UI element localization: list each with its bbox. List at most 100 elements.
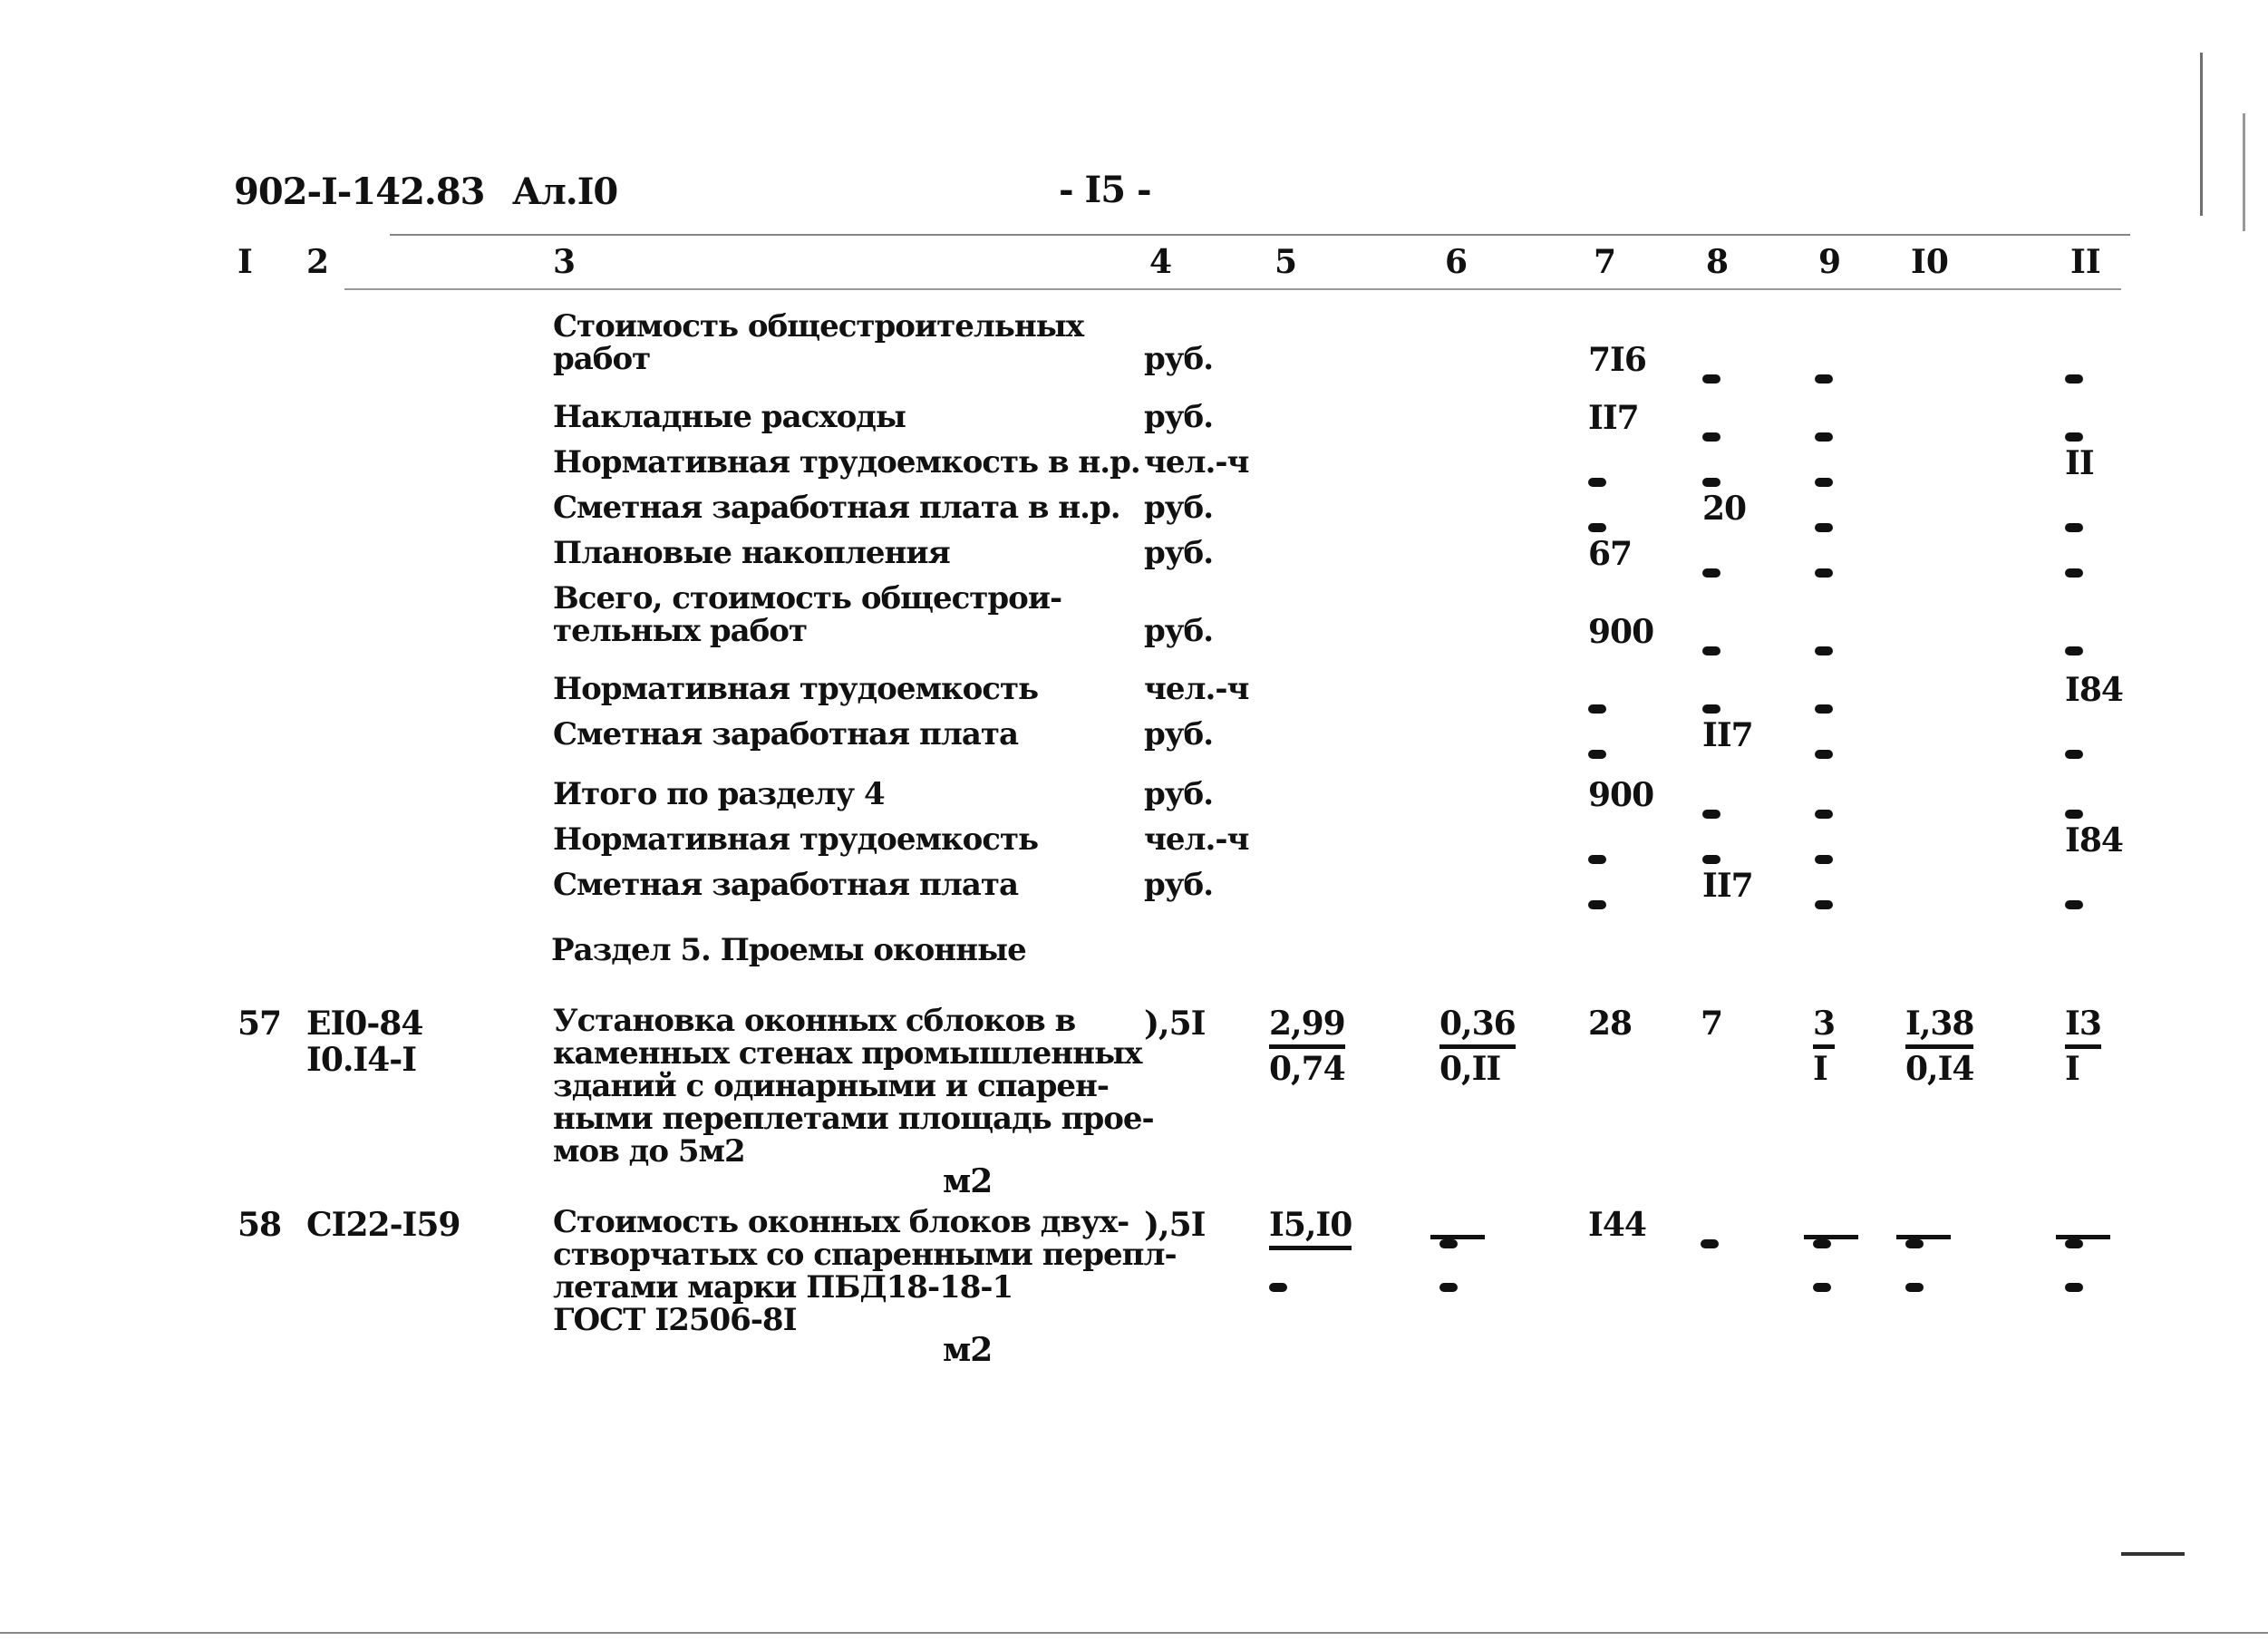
dash-mark xyxy=(1588,750,1606,759)
summary-row-col9 xyxy=(1815,502,1833,540)
summary-row-label: Стоимость общестроительных работ xyxy=(553,308,1084,377)
summary-row-col11 xyxy=(2065,729,2083,767)
summary-row-unit: руб. xyxy=(1144,716,1214,753)
dash-mark xyxy=(1702,810,1720,819)
item-description-line: зданий с одинарными и спарен- xyxy=(553,1068,1110,1104)
summary-row-label: Нормативная трудоемкость xyxy=(553,821,1039,858)
item-c5-denominator: 0,74 xyxy=(1269,1050,1346,1088)
item-description-line: каменных стенах промышленных xyxy=(553,1035,1142,1072)
dash-mark xyxy=(2065,810,2083,819)
dash-mark xyxy=(2065,1283,2083,1292)
section5-title: Раздел 5. Проемы оконные xyxy=(551,932,1027,968)
fraction-bar xyxy=(2056,1235,2110,1239)
item-c9-numerator: 3 xyxy=(1813,1005,1836,1049)
item-c10-denominator: 0,I4 xyxy=(1905,1050,1974,1088)
dash-mark xyxy=(1439,1239,1458,1248)
summary-row-col8: II7 xyxy=(1702,867,1754,905)
scan-mark xyxy=(2121,1552,2185,1556)
summary-row-col9 xyxy=(1815,729,1833,767)
item-c10-numerator xyxy=(1896,1219,1951,1257)
dash-mark xyxy=(1813,1239,1831,1248)
summary-row-label: Нормативная трудоемкость в н.р. xyxy=(553,444,1141,481)
album-number: Ал.I0 xyxy=(512,170,618,213)
summary-row-col8 xyxy=(1702,626,1720,664)
summary-row-col8 xyxy=(1702,354,1720,392)
summary-row-col9 xyxy=(1815,457,1833,495)
summary-row-col9 xyxy=(1815,789,1833,827)
dash-mark xyxy=(1702,646,1720,655)
column-number-7: 7 xyxy=(1594,243,1617,281)
dash-mark xyxy=(1813,1283,1831,1292)
summary-row-col7 xyxy=(1588,457,1606,495)
dash-mark xyxy=(1588,855,1606,864)
summary-row-col9 xyxy=(1815,684,1833,722)
summary-row-unit: чел.-ч xyxy=(1144,821,1249,858)
dash-mark xyxy=(2065,900,2083,909)
item-description-line: ГОСТ I2506-8I xyxy=(553,1302,797,1338)
summary-row-col7: 900 xyxy=(1588,776,1654,814)
item-c6-numerator: 0,36 xyxy=(1439,1005,1517,1049)
item-col4: ),5I xyxy=(1144,1206,1206,1244)
column-number-4: 4 xyxy=(1149,243,1173,281)
summary-row-col9 xyxy=(1815,354,1833,392)
summary-row-col9 xyxy=(1815,548,1833,586)
summary-row-unit: руб. xyxy=(1144,613,1214,649)
item-c9-denominator xyxy=(1813,1262,1831,1300)
summary-row-unit: руб. xyxy=(1144,399,1214,435)
dash-mark xyxy=(1702,568,1720,578)
summary-row-col8 xyxy=(1702,789,1720,827)
summary-row-col7 xyxy=(1588,879,1606,918)
dash-mark xyxy=(1815,900,1833,909)
dash-mark xyxy=(2065,523,2083,532)
item-c11-denominator: I xyxy=(2065,1050,2080,1088)
dash-mark xyxy=(1588,478,1606,487)
dash-mark xyxy=(2065,374,2083,384)
summary-row-col8 xyxy=(1702,548,1720,586)
item-c9-denominator: I xyxy=(1813,1050,1828,1088)
item-col7: 28 xyxy=(1588,1005,1633,1043)
item-description-line: Установка оконных сблоков в xyxy=(553,1003,1076,1039)
dash-mark xyxy=(1439,1283,1458,1292)
summary-row-col7 xyxy=(1588,729,1606,767)
summary-row-col8: 20 xyxy=(1702,490,1747,528)
dash-mark xyxy=(2065,568,2083,578)
summary-row-label: Всего, стоимость общестрои- тельных рабо… xyxy=(553,580,1062,649)
summary-row-col11: I84 xyxy=(2065,821,2124,859)
dash-mark xyxy=(1702,855,1720,864)
item-code: CI22-I59 xyxy=(306,1206,460,1244)
dash-mark xyxy=(1905,1239,1924,1248)
summary-row-col7: 67 xyxy=(1588,535,1633,573)
summary-row-unit: чел.-ч xyxy=(1144,444,1249,481)
page-bottom-edge xyxy=(0,1632,2268,1634)
summary-row-unit: руб. xyxy=(1144,776,1214,812)
item-c11-denominator xyxy=(2065,1262,2083,1300)
dash-mark xyxy=(1815,478,1833,487)
dash-mark xyxy=(1588,900,1606,909)
fraction-bar xyxy=(1430,1235,1485,1239)
summary-row-label: Плановые накопления xyxy=(553,535,951,571)
item-c10-numerator: I,38 xyxy=(1905,1005,1974,1049)
header-rule-top xyxy=(390,234,2130,236)
dash-mark xyxy=(1815,810,1833,819)
column-number-10: I0 xyxy=(1911,243,1949,281)
summary-row-unit: чел.-ч xyxy=(1144,671,1249,707)
dash-mark xyxy=(2065,750,2083,759)
summary-row-label: Накладные расходы xyxy=(553,399,906,435)
item-description-line: Стоимость оконных блоков двух- xyxy=(553,1204,1129,1240)
summary-row-col8 xyxy=(1702,412,1720,450)
summary-row-col7: II7 xyxy=(1588,399,1640,437)
item-c5-numerator: 2,99 xyxy=(1269,1005,1346,1049)
summary-row-unit: руб. xyxy=(1144,535,1214,571)
summary-row-col7 xyxy=(1588,684,1606,722)
item-unit: м2 xyxy=(943,1331,993,1369)
page-number: - I5 - xyxy=(1059,169,1152,211)
dash-mark xyxy=(2065,432,2083,442)
summary-row-col8: II7 xyxy=(1702,716,1754,754)
dash-mark xyxy=(1815,704,1833,714)
summary-row-label: Сметная заработная плата xyxy=(553,867,1019,903)
summary-row-col11: I84 xyxy=(2065,671,2124,709)
fraction-bar xyxy=(1804,1235,1858,1239)
dash-mark xyxy=(1815,646,1833,655)
summary-row-col11 xyxy=(2065,354,2083,392)
summary-row-col11 xyxy=(2065,879,2083,918)
